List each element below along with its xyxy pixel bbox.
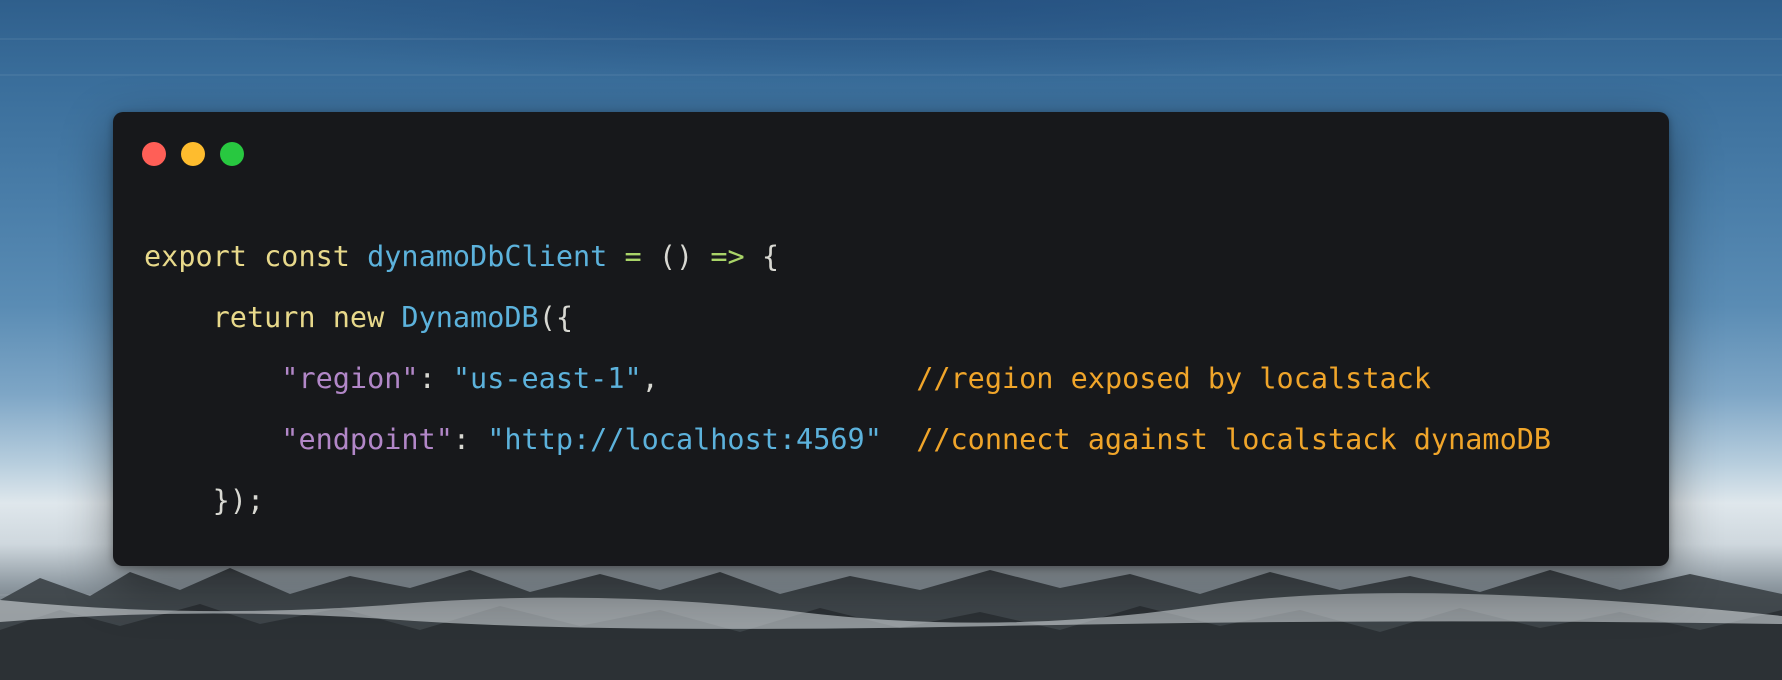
rocks-image xyxy=(0,568,1782,680)
code-line-5: }); xyxy=(144,470,1551,531)
code-line-2: return new DynamoDB({ xyxy=(144,287,1551,348)
close-call: }); xyxy=(212,484,265,517)
arrow-operator: => xyxy=(710,240,745,273)
function-name: dynamoDbClient xyxy=(367,240,608,273)
keyword-export: export xyxy=(144,240,247,273)
code-block: export const dynamoDbClient = () => { re… xyxy=(144,226,1551,531)
class-name: DynamoDB xyxy=(401,301,539,334)
code-line-3: "region": "us-east-1", //region exposed … xyxy=(144,348,1551,409)
parameter-parens: () xyxy=(658,240,694,273)
comma: , xyxy=(641,362,659,395)
padding xyxy=(882,423,916,456)
keyword-new: new xyxy=(332,301,385,334)
colon: : xyxy=(418,362,453,395)
code-line-4: "endpoint": "http://localhost:4569" //co… xyxy=(144,409,1551,470)
minimize-button[interactable] xyxy=(181,142,205,166)
code-comment: //connect against localstack dynamoDB xyxy=(916,423,1552,456)
padding xyxy=(659,362,916,395)
close-button[interactable] xyxy=(142,142,166,166)
window-controls xyxy=(142,142,244,166)
property-key: "region" xyxy=(281,362,419,395)
water-streak xyxy=(0,38,1782,40)
open-brace: { xyxy=(761,240,779,273)
code-window: export const dynamoDbClient = () => { re… xyxy=(113,112,1669,566)
keyword-const: const xyxy=(264,240,350,273)
string-value: "us-east-1" xyxy=(452,362,642,395)
maximize-button[interactable] xyxy=(220,142,244,166)
water-streak xyxy=(0,74,1782,76)
code-line-1: export const dynamoDbClient = () => { xyxy=(144,226,1551,287)
property-key: "endpoint" xyxy=(281,423,453,456)
string-value: "http://localhost:4569" xyxy=(487,423,882,456)
open-call: ({ xyxy=(538,301,574,334)
colon: : xyxy=(452,423,488,456)
assignment-operator: = xyxy=(624,240,642,273)
keyword-return: return xyxy=(212,301,316,334)
code-comment: //region exposed by localstack xyxy=(916,362,1431,395)
